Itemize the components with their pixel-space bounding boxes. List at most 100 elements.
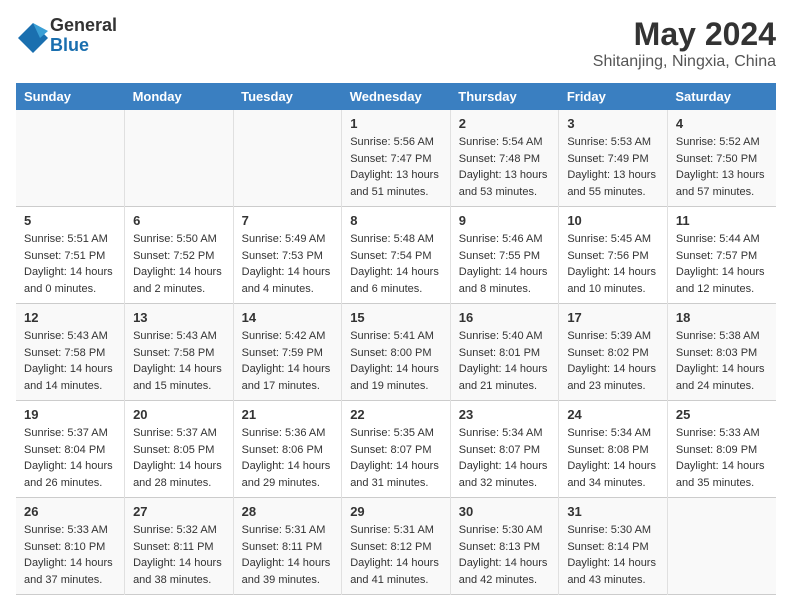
day-number: 30	[459, 504, 551, 519]
day-number: 28	[242, 504, 334, 519]
day-header-saturday: Saturday	[667, 83, 776, 110]
calendar-cell: 26 Sunrise: 5:33 AMSunset: 8:10 PMDayligh…	[16, 498, 125, 595]
cell-info: Sunrise: 5:33 AMSunset: 8:09 PMDaylight:…	[676, 425, 768, 491]
day-number: 27	[133, 504, 225, 519]
cell-info: Sunrise: 5:48 AMSunset: 7:54 PMDaylight:…	[350, 231, 442, 297]
calendar-cell: 29 Sunrise: 5:31 AMSunset: 8:12 PMDayligh…	[342, 498, 451, 595]
day-number: 10	[567, 213, 659, 228]
cell-info: Sunrise: 5:41 AMSunset: 8:00 PMDaylight:…	[350, 328, 442, 394]
day-number: 23	[459, 407, 551, 422]
calendar-cell: 13 Sunrise: 5:43 AMSunset: 7:58 PMDayligh…	[125, 304, 234, 401]
day-number: 26	[24, 504, 116, 519]
day-header-monday: Monday	[125, 83, 234, 110]
cell-info: Sunrise: 5:34 AMSunset: 8:07 PMDaylight:…	[459, 425, 551, 491]
cell-info: Sunrise: 5:32 AMSunset: 8:11 PMDaylight:…	[133, 522, 225, 588]
day-number: 18	[676, 310, 768, 325]
day-header-friday: Friday	[559, 83, 668, 110]
calendar-cell: 18 Sunrise: 5:38 AMSunset: 8:03 PMDayligh…	[667, 304, 776, 401]
cell-info: Sunrise: 5:43 AMSunset: 7:58 PMDaylight:…	[133, 328, 225, 394]
cell-info: Sunrise: 5:36 AMSunset: 8:06 PMDaylight:…	[242, 425, 334, 491]
cell-info: Sunrise: 5:49 AMSunset: 7:53 PMDaylight:…	[242, 231, 334, 297]
calendar-cell: 28Sunrise: 5:31 AMSunset: 8:11 PMDayligh…	[233, 498, 342, 595]
week-row-5: 26 Sunrise: 5:33 AMSunset: 8:10 PMDayligh…	[16, 498, 776, 595]
cell-info: Sunrise: 5:31 AMSunset: 8:12 PMDaylight:…	[350, 522, 442, 588]
day-number: 29	[350, 504, 442, 519]
day-number: 5	[24, 213, 116, 228]
cell-info: Sunrise: 5:46 AMSunset: 7:55 PMDaylight:…	[459, 231, 551, 297]
day-number: 3	[567, 116, 659, 131]
calendar-cell: 11Sunrise: 5:44 AMSunset: 7:57 PMDayligh…	[667, 207, 776, 304]
day-number: 14	[242, 310, 334, 325]
calendar-cell: 2 Sunrise: 5:54 AMSunset: 7:48 PMDaylight…	[450, 110, 559, 207]
day-number: 4	[676, 116, 768, 131]
day-number: 15	[350, 310, 442, 325]
week-row-3: 12 Sunrise: 5:43 AMSunset: 7:58 PMDayligh…	[16, 304, 776, 401]
calendar-cell: 14 Sunrise: 5:42 AMSunset: 7:59 PMDayligh…	[233, 304, 342, 401]
calendar-cell: 9 Sunrise: 5:46 AMSunset: 7:55 PMDaylight…	[450, 207, 559, 304]
day-number: 1	[350, 116, 442, 131]
day-number: 17	[567, 310, 659, 325]
calendar-cell: 10 Sunrise: 5:45 AMSunset: 7:56 PMDayligh…	[559, 207, 668, 304]
day-number: 8	[350, 213, 442, 228]
day-number: 20	[133, 407, 225, 422]
calendar-body: 1Sunrise: 5:56 AMSunset: 7:47 PMDaylight…	[16, 110, 776, 595]
calendar-cell	[16, 110, 125, 207]
day-number: 9	[459, 213, 551, 228]
cell-info: Sunrise: 5:52 AMSunset: 7:50 PMDaylight:…	[676, 134, 768, 200]
day-number: 22	[350, 407, 442, 422]
calendar-cell: 8 Sunrise: 5:48 AMSunset: 7:54 PMDaylight…	[342, 207, 451, 304]
cell-info: Sunrise: 5:33 AMSunset: 8:10 PMDaylight:…	[24, 522, 116, 588]
page-header: General Blue May 2024 Shitanjing, Ningxi…	[16, 16, 776, 71]
cell-info: Sunrise: 5:45 AMSunset: 7:56 PMDaylight:…	[567, 231, 659, 297]
calendar-cell	[667, 498, 776, 595]
cell-info: Sunrise: 5:34 AMSunset: 8:08 PMDaylight:…	[567, 425, 659, 491]
title-block: May 2024 Shitanjing, Ningxia, China	[593, 16, 776, 71]
calendar-cell: 3 Sunrise: 5:53 AMSunset: 7:49 PMDaylight…	[559, 110, 668, 207]
cell-info: Sunrise: 5:54 AMSunset: 7:48 PMDaylight:…	[459, 134, 551, 200]
day-number: 2	[459, 116, 551, 131]
calendar-cell: 15 Sunrise: 5:41 AMSunset: 8:00 PMDayligh…	[342, 304, 451, 401]
logo-general-text: General	[50, 16, 117, 36]
location: Shitanjing, Ningxia, China	[593, 53, 776, 71]
cell-info: Sunrise: 5:42 AMSunset: 7:59 PMDaylight:…	[242, 328, 334, 394]
cell-info: Sunrise: 5:37 AMSunset: 8:04 PMDaylight:…	[24, 425, 116, 491]
day-number: 24	[567, 407, 659, 422]
day-header-wednesday: Wednesday	[342, 83, 451, 110]
calendar-cell: 5 Sunrise: 5:51 AMSunset: 7:51 PMDaylight…	[16, 207, 125, 304]
logo-icon	[16, 21, 46, 51]
day-header-tuesday: Tuesday	[233, 83, 342, 110]
cell-info: Sunrise: 5:39 AMSunset: 8:02 PMDaylight:…	[567, 328, 659, 394]
day-number: 6	[133, 213, 225, 228]
day-header-sunday: Sunday	[16, 83, 125, 110]
day-number: 31	[567, 504, 659, 519]
day-number: 25	[676, 407, 768, 422]
day-number: 19	[24, 407, 116, 422]
calendar-cell: 30Sunrise: 5:30 AMSunset: 8:13 PMDayligh…	[450, 498, 559, 595]
calendar-cell: 20 Sunrise: 5:37 AMSunset: 8:05 PMDayligh…	[125, 401, 234, 498]
calendar-cell: 22 Sunrise: 5:35 AMSunset: 8:07 PMDayligh…	[342, 401, 451, 498]
calendar-header: SundayMondayTuesdayWednesdayThursdayFrid…	[16, 83, 776, 110]
cell-info: Sunrise: 5:43 AMSunset: 7:58 PMDaylight:…	[24, 328, 116, 394]
calendar-cell: 7Sunrise: 5:49 AMSunset: 7:53 PMDaylight…	[233, 207, 342, 304]
cell-info: Sunrise: 5:51 AMSunset: 7:51 PMDaylight:…	[24, 231, 116, 297]
calendar-cell: 31Sunrise: 5:30 AMSunset: 8:14 PMDayligh…	[559, 498, 668, 595]
logo: General Blue	[16, 16, 117, 56]
week-row-1: 1Sunrise: 5:56 AMSunset: 7:47 PMDaylight…	[16, 110, 776, 207]
calendar-cell	[233, 110, 342, 207]
calendar-cell	[125, 110, 234, 207]
calendar-cell: 23 Sunrise: 5:34 AMSunset: 8:07 PMDayligh…	[450, 401, 559, 498]
day-number: 12	[24, 310, 116, 325]
week-row-2: 5 Sunrise: 5:51 AMSunset: 7:51 PMDaylight…	[16, 207, 776, 304]
calendar-cell: 19 Sunrise: 5:37 AMSunset: 8:04 PMDayligh…	[16, 401, 125, 498]
header-row: SundayMondayTuesdayWednesdayThursdayFrid…	[16, 83, 776, 110]
cell-info: Sunrise: 5:35 AMSunset: 8:07 PMDaylight:…	[350, 425, 442, 491]
week-row-4: 19 Sunrise: 5:37 AMSunset: 8:04 PMDayligh…	[16, 401, 776, 498]
day-number: 13	[133, 310, 225, 325]
calendar-table: SundayMondayTuesdayWednesdayThursdayFrid…	[16, 83, 776, 595]
calendar-cell: 16Sunrise: 5:40 AMSunset: 8:01 PMDayligh…	[450, 304, 559, 401]
cell-info: Sunrise: 5:53 AMSunset: 7:49 PMDaylight:…	[567, 134, 659, 200]
calendar-cell: 1Sunrise: 5:56 AMSunset: 7:47 PMDaylight…	[342, 110, 451, 207]
cell-info: Sunrise: 5:37 AMSunset: 8:05 PMDaylight:…	[133, 425, 225, 491]
logo-blue-text: Blue	[50, 36, 117, 56]
cell-info: Sunrise: 5:38 AMSunset: 8:03 PMDaylight:…	[676, 328, 768, 394]
